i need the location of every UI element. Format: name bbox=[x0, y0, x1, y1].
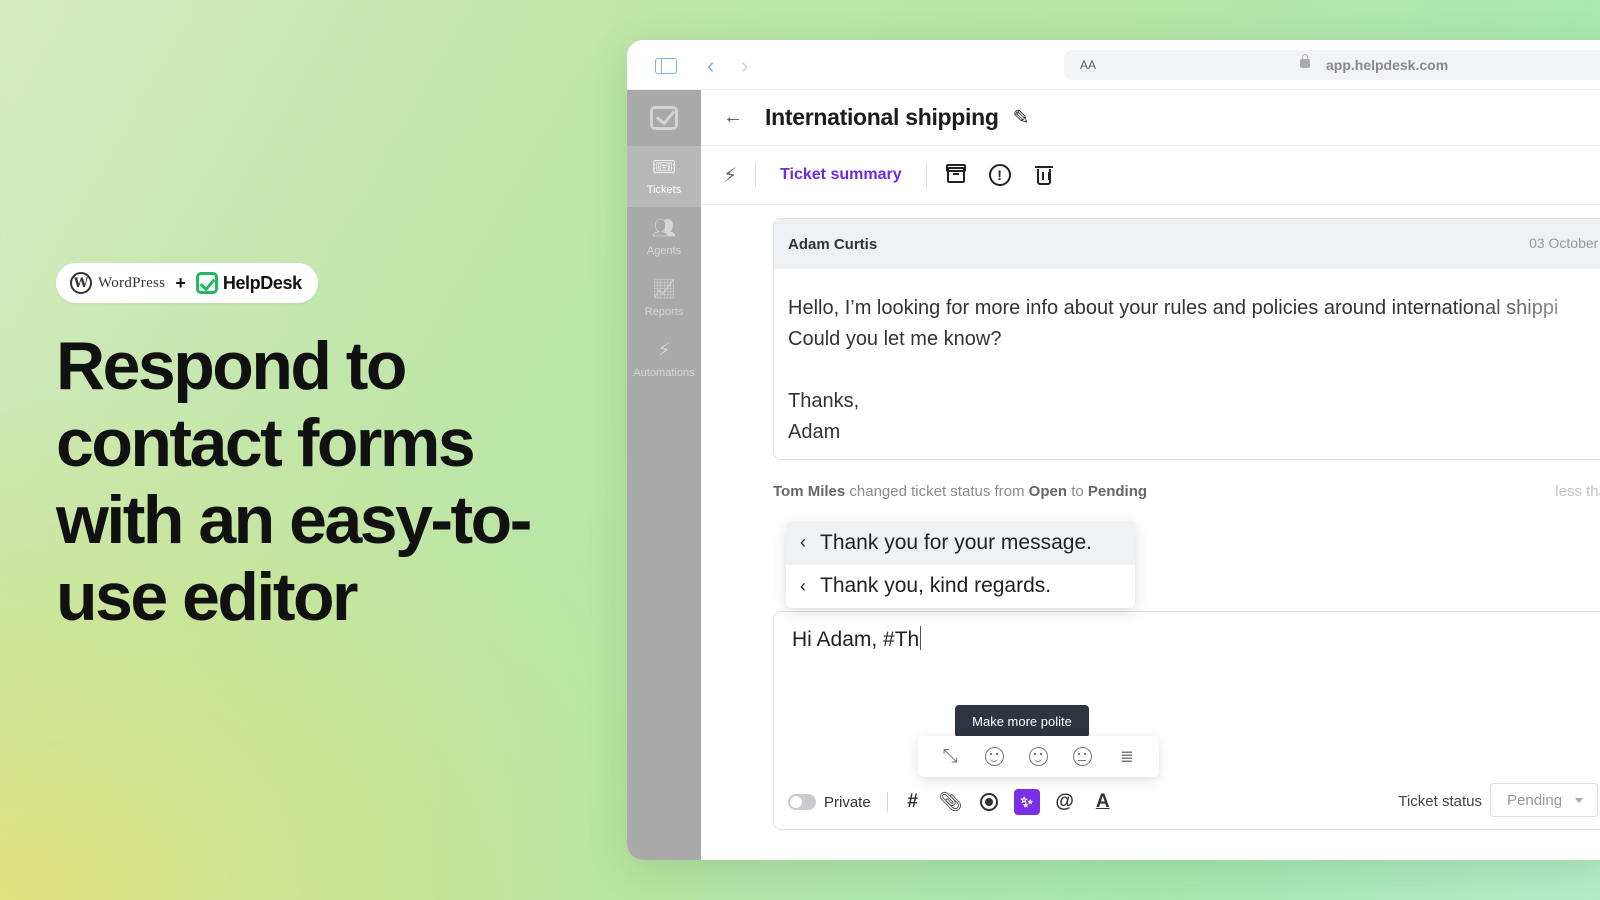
chevron-left-icon: ‹ bbox=[800, 532, 806, 553]
edit-pencil-icon[interactable]: ✎ bbox=[1013, 105, 1030, 130]
canned-response-item[interactable]: ‹ Thank you, kind regards. bbox=[786, 565, 1135, 609]
ticket-status-select[interactable]: Pending bbox=[1490, 783, 1598, 817]
message-date: 03 October 2 bbox=[1529, 235, 1600, 251]
grammar-check-button[interactable]: ≣ bbox=[1116, 746, 1138, 768]
ticket-header: ← International shipping ✎ bbox=[701, 90, 1600, 146]
app-logo[interactable] bbox=[627, 90, 701, 146]
address-bar[interactable]: AA app.helpdesk.com bbox=[1064, 50, 1600, 80]
ticket-status-label: Ticket status bbox=[1398, 793, 1482, 810]
delete-button[interactable] bbox=[1033, 164, 1055, 186]
private-toggle[interactable] bbox=[788, 794, 816, 810]
attachment-icon[interactable]: 📎︎ bbox=[938, 789, 964, 815]
canned-response-menu: ‹ Thank you for your message. ‹ Thank yo… bbox=[786, 521, 1135, 608]
canned-response-text: Thank you for your message. bbox=[820, 530, 1092, 554]
sidebar-item-automations[interactable]: ⚡︎ Automations bbox=[627, 329, 701, 390]
ticket-icon: 🎟︎ bbox=[651, 156, 677, 178]
canned-response-item[interactable]: ‹ Thank you for your message. bbox=[786, 521, 1135, 565]
app-window: ‹ › AA app.helpdesk.com 🎟︎ Tickets 👥︎ Ag… bbox=[627, 40, 1600, 860]
sidebar-item-label: Tickets bbox=[646, 183, 682, 196]
sidebar-item-reports[interactable]: 📈︎ Reports bbox=[627, 268, 701, 329]
helpdesk-logo: HelpDesk bbox=[195, 272, 302, 294]
agents-icon: 👥︎ bbox=[651, 217, 677, 239]
ticket-view: ← International shipping ✎ ⚡︎ Ticket sum… bbox=[701, 90, 1600, 860]
ai-tooltip: Make more polite bbox=[955, 705, 1089, 744]
sidebar-item-agents[interactable]: 👥︎ Agents bbox=[627, 207, 701, 268]
message-author: Adam Curtis bbox=[788, 235, 878, 253]
divider bbox=[886, 792, 888, 812]
event-from-status: Open bbox=[1028, 483, 1068, 500]
browser-toolbar: ‹ › AA app.helpdesk.com bbox=[627, 40, 1600, 90]
brand-badge: W WordPress + HelpDesk bbox=[56, 263, 318, 303]
sidebar-toggle-icon[interactable] bbox=[655, 58, 677, 74]
app-sidebar: 🎟︎ Tickets 👥︎ Agents 📈︎ Reports ⚡︎ Autom… bbox=[627, 90, 701, 860]
event-text: changed ticket status from bbox=[849, 483, 1025, 500]
divider bbox=[925, 163, 927, 187]
divider bbox=[755, 163, 757, 187]
back-arrow-icon[interactable]: ← bbox=[723, 106, 743, 129]
message-header: Adam Curtis 03 October 2 bbox=[774, 219, 1600, 269]
chevron-left-icon: ‹ bbox=[800, 575, 806, 596]
polite-face-icon bbox=[1028, 747, 1048, 766]
message-body: Hello, I’m looking for more info about y… bbox=[788, 297, 1559, 443]
reports-icon: 📈︎ bbox=[651, 278, 677, 300]
neutral-tone-button[interactable] bbox=[1072, 746, 1094, 768]
back-chevron-icon[interactable]: ‹ bbox=[707, 53, 714, 79]
helpdesk-wordmark: HelpDesk bbox=[222, 272, 302, 293]
event-time: less tha bbox=[1555, 483, 1600, 500]
wordpress-wordmark: WordPress bbox=[98, 274, 166, 291]
helpdesk-check-icon bbox=[195, 272, 218, 294]
sidebar-item-label: Reports bbox=[644, 305, 684, 318]
alert-icon: ! bbox=[988, 164, 1011, 186]
archive-icon bbox=[945, 164, 966, 183]
plus-sign: + bbox=[175, 272, 186, 293]
reply-text-content: Hi Adam, #Th bbox=[792, 628, 920, 651]
event-to-status: Pending bbox=[1087, 483, 1148, 500]
composer-toolbar: Private # 📎︎ ✨︎ @ A Ticket status Pendin… bbox=[788, 783, 1600, 817]
wordpress-icon: W bbox=[70, 272, 92, 294]
sidebar-item-label: Agents bbox=[646, 244, 682, 257]
promo-headline: Respond to contact forms with an easy-to… bbox=[56, 328, 532, 635]
automations-icon: ⚡︎ bbox=[657, 339, 671, 361]
chevron-down-icon bbox=[1575, 798, 1583, 803]
helpdesk-logo-icon bbox=[650, 106, 678, 130]
bolt-icon[interactable]: ⚡︎ bbox=[723, 163, 737, 188]
mention-icon[interactable]: @ bbox=[1052, 789, 1078, 815]
address-url[interactable]: app.helpdesk.com bbox=[1326, 57, 1448, 73]
message-card: Adam Curtis 03 October 2 Hello, I’m look… bbox=[773, 218, 1600, 460]
sidebar-item-tickets[interactable]: 🎟︎ Tickets bbox=[627, 146, 701, 207]
ai-assist-toolbar: ⤡ ≣ bbox=[918, 736, 1159, 777]
reply-text[interactable]: Hi Adam, #Th bbox=[792, 626, 922, 652]
canned-response-text: Thank you, kind regards. bbox=[820, 574, 1052, 598]
event-to-word: to bbox=[1071, 483, 1084, 500]
text-caret bbox=[920, 626, 922, 650]
polite-tone-button[interactable] bbox=[1027, 746, 1049, 768]
text-size-button[interactable]: AA bbox=[1080, 58, 1096, 72]
record-button[interactable] bbox=[976, 789, 1002, 815]
status-change-event: Tom Miles changed ticket status from Ope… bbox=[773, 483, 1147, 500]
ticket-toolbar: ⚡︎ Ticket summary ! bbox=[701, 146, 1600, 205]
ticket-summary-link[interactable]: Ticket summary bbox=[780, 166, 902, 184]
archive-button[interactable] bbox=[945, 164, 967, 186]
wordpress-logo: W WordPress bbox=[70, 272, 165, 294]
text-format-icon[interactable]: A bbox=[1090, 789, 1116, 815]
ticket-status-value: Pending bbox=[1507, 791, 1563, 809]
ticket-title: International shipping bbox=[765, 104, 999, 130]
reply-composer[interactable]: Hi Adam, #Th Make more polite ⤡ ≣ Privat… bbox=[773, 611, 1600, 830]
event-actor: Tom Miles bbox=[773, 483, 846, 500]
sidebar-item-label: Automations bbox=[633, 366, 695, 379]
spam-button[interactable]: ! bbox=[988, 164, 1011, 186]
trash-icon bbox=[1034, 166, 1053, 185]
smile-icon bbox=[984, 747, 1004, 766]
neutral-face-icon bbox=[1073, 747, 1093, 766]
forward-chevron-icon[interactable]: › bbox=[741, 53, 748, 79]
private-label: Private bbox=[824, 793, 871, 811]
friendly-tone-button[interactable] bbox=[983, 746, 1005, 768]
hashtag-icon[interactable]: # bbox=[900, 789, 926, 815]
ai-magic-wand-button[interactable]: ✨︎ bbox=[1013, 789, 1040, 815]
expand-icon[interactable]: ⤡ bbox=[939, 746, 961, 768]
lock-icon bbox=[1300, 54, 1310, 68]
record-icon bbox=[979, 793, 998, 811]
